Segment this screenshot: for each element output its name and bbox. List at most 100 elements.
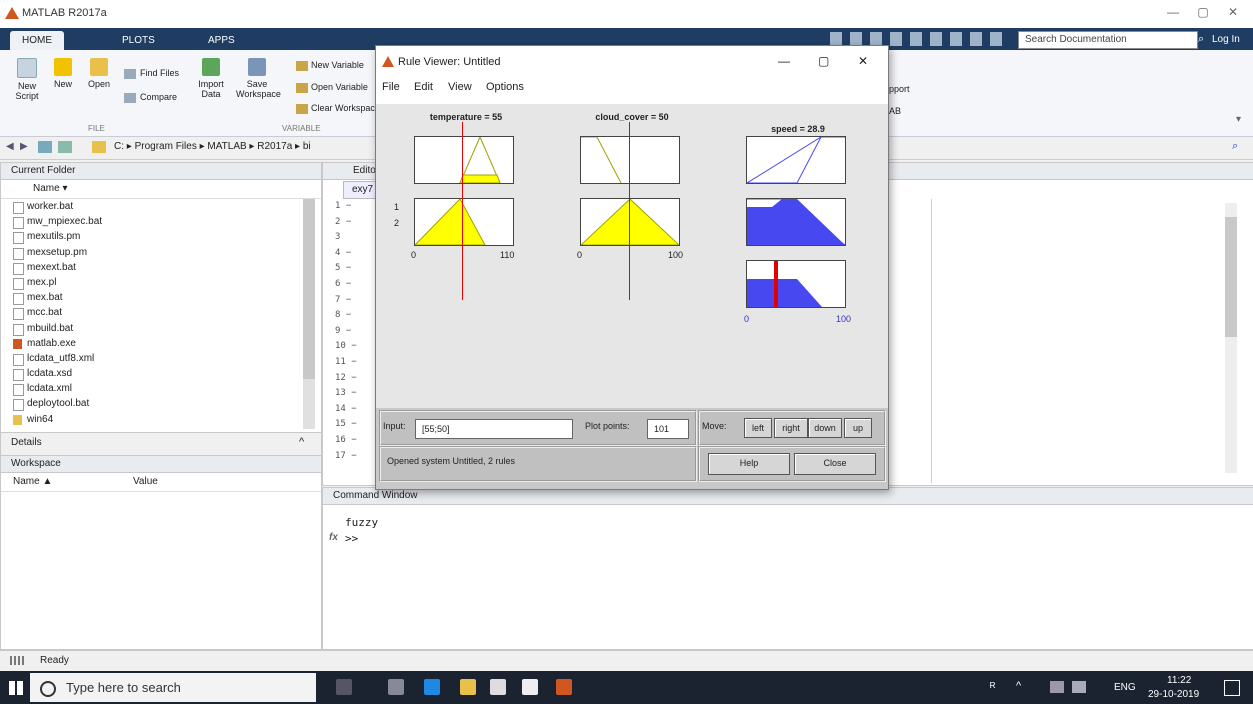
search-icon[interactable]: ⌕: [1198, 33, 1204, 46]
edge-browser-icon[interactable]: [424, 679, 440, 695]
current-path[interactable]: C: ▸ Program Files ▸ MATLAB ▸ R2017a ▸ b…: [114, 141, 311, 152]
close-rule-viewer-button[interactable]: Close: [794, 453, 876, 475]
notifications-icon[interactable]: [1224, 680, 1240, 696]
editor-scrollbar[interactable]: [1225, 203, 1237, 473]
compare-button[interactable]: Compare: [124, 92, 177, 103]
clear-workspace-button[interactable]: Clear Workspace: [296, 103, 380, 114]
matlab-taskbar-icon[interactable]: [556, 679, 572, 695]
file-name: matlab.exe: [27, 337, 76, 349]
microphone-icon[interactable]: [336, 679, 352, 695]
close-button[interactable]: ✕: [1218, 5, 1248, 23]
tab-apps[interactable]: APPS: [196, 31, 247, 50]
column-header-name[interactable]: Name ▾: [1, 180, 321, 199]
tab-home[interactable]: HOME: [10, 31, 64, 50]
input-language[interactable]: ENG: [1114, 682, 1136, 693]
address-search-icon[interactable]: ⌕: [1232, 140, 1238, 153]
rule-number-2[interactable]: 2: [394, 218, 399, 228]
file-item[interactable]: matlab.exe: [1, 336, 321, 351]
import-data-button[interactable]: Import Data: [196, 58, 226, 99]
login-link[interactable]: Log In: [1212, 34, 1240, 45]
file-item[interactable]: win64: [1, 412, 321, 427]
open-variable-label: Open Variable: [311, 82, 368, 92]
rule-number-1[interactable]: 1: [394, 202, 399, 212]
file-explorer-icon[interactable]: [460, 679, 476, 695]
move-down-button[interactable]: down: [808, 418, 842, 438]
new-variable-button[interactable]: New Variable: [296, 60, 364, 71]
collapse-ribbon-icon[interactable]: ▾: [1236, 114, 1241, 125]
file-item[interactable]: worker.bat: [1, 199, 321, 214]
file-item[interactable]: lcdata.xml: [1, 381, 321, 397]
menu-view[interactable]: View: [448, 81, 472, 93]
file-item[interactable]: mw_mpiexec.bat: [1, 214, 321, 230]
move-left-button[interactable]: left: [744, 418, 772, 438]
rv-maximize-button[interactable]: ▢: [818, 54, 829, 68]
menu-file[interactable]: File: [382, 81, 400, 93]
taskbar-search-box[interactable]: Type here to search: [30, 673, 316, 702]
group-label-file: FILE: [88, 124, 105, 133]
move-up-button[interactable]: up: [844, 418, 872, 438]
save-workspace-button[interactable]: Save Workspace: [236, 58, 281, 99]
network-icon[interactable]: [1050, 681, 1064, 693]
new-script-icon: [17, 58, 37, 78]
file-list-scrollbar[interactable]: [303, 199, 315, 429]
fx-icon[interactable]: fx: [329, 532, 338, 543]
browse-folder-icon[interactable]: [58, 141, 72, 153]
file-item[interactable]: mbuild.bat: [1, 321, 321, 336]
line-number: 15 −: [335, 419, 357, 430]
maximize-button[interactable]: ▢: [1188, 5, 1218, 23]
rv-minimize-button[interactable]: —: [778, 54, 790, 68]
clear-workspace-label: Clear Workspace: [311, 103, 380, 113]
tab-plots[interactable]: PLOTS: [110, 31, 167, 50]
workspace-col-name[interactable]: Name ▲: [13, 473, 52, 491]
tray-overflow-icon[interactable]: ^: [1016, 680, 1021, 692]
file-item[interactable]: mcc.bat: [1, 305, 321, 321]
file-icon: [13, 232, 24, 245]
windows-start-icon[interactable]: [9, 681, 23, 695]
menu-edit[interactable]: Edit: [414, 81, 433, 93]
plot-points-field[interactable]: 101: [647, 419, 689, 439]
find-files-button[interactable]: Find Files: [124, 68, 179, 79]
minimize-button[interactable]: —: [1158, 5, 1188, 23]
volume-icon[interactable]: [1072, 681, 1086, 693]
line-number: 7 −: [335, 294, 352, 305]
clock-date[interactable]: 29-10-2019: [1148, 689, 1199, 700]
expand-icon[interactable]: ^: [299, 436, 304, 448]
cloud-cover-input-line[interactable]: [629, 122, 630, 300]
file-item[interactable]: mexutils.pm: [1, 229, 321, 245]
details-panel[interactable]: Details ^: [0, 432, 322, 456]
new-button[interactable]: New: [50, 58, 76, 89]
rv-close-button[interactable]: ✕: [858, 54, 868, 68]
save-icon: [248, 58, 266, 76]
clock-time[interactable]: 11:22: [1167, 675, 1191, 686]
help-button[interactable]: Help: [708, 453, 790, 475]
task-view-icon[interactable]: [388, 679, 404, 695]
store-icon[interactable]: [490, 679, 506, 695]
file-item[interactable]: lcdata_utf8.xml: [1, 351, 321, 366]
open-variable-button[interactable]: Open Variable: [296, 82, 368, 93]
menu-options[interactable]: Options: [486, 81, 524, 93]
search-input[interactable]: Search Documentation: [1018, 31, 1198, 49]
file-item[interactable]: mex.pl: [1, 275, 321, 290]
workspace-col-value[interactable]: Value: [133, 473, 158, 491]
line-number: 14 −: [335, 403, 357, 414]
file-item[interactable]: deploytool.bat: [1, 396, 321, 412]
command-window[interactable]: Command Window fuzzy fx >>: [322, 487, 1253, 650]
up-folder-icon[interactable]: [38, 141, 52, 153]
file-item[interactable]: mexext.bat: [1, 260, 321, 275]
forward-icon[interactable]: ▶: [20, 141, 28, 152]
file-item[interactable]: lcdata.xsd: [1, 366, 321, 382]
open-button[interactable]: Open: [84, 58, 114, 89]
input-vector-field[interactable]: [55;50]: [415, 419, 573, 439]
clear-workspace-icon: [296, 103, 308, 114]
move-right-button[interactable]: right: [774, 418, 808, 438]
people-icon[interactable]: ᴿ: [990, 680, 995, 694]
new-script-button[interactable]: New Script: [12, 58, 42, 101]
temperature-input-line[interactable]: [462, 122, 463, 300]
line-number: 1 −: [335, 201, 352, 211]
move-panel: Move: left right down up: [698, 410, 886, 446]
file-item[interactable]: mex.bat: [1, 290, 321, 306]
mail-icon[interactable]: [522, 679, 538, 695]
plot-points-label: Plot points:: [585, 421, 630, 431]
back-icon[interactable]: ◀: [6, 141, 14, 152]
file-item[interactable]: mexsetup.pm: [1, 245, 321, 260]
